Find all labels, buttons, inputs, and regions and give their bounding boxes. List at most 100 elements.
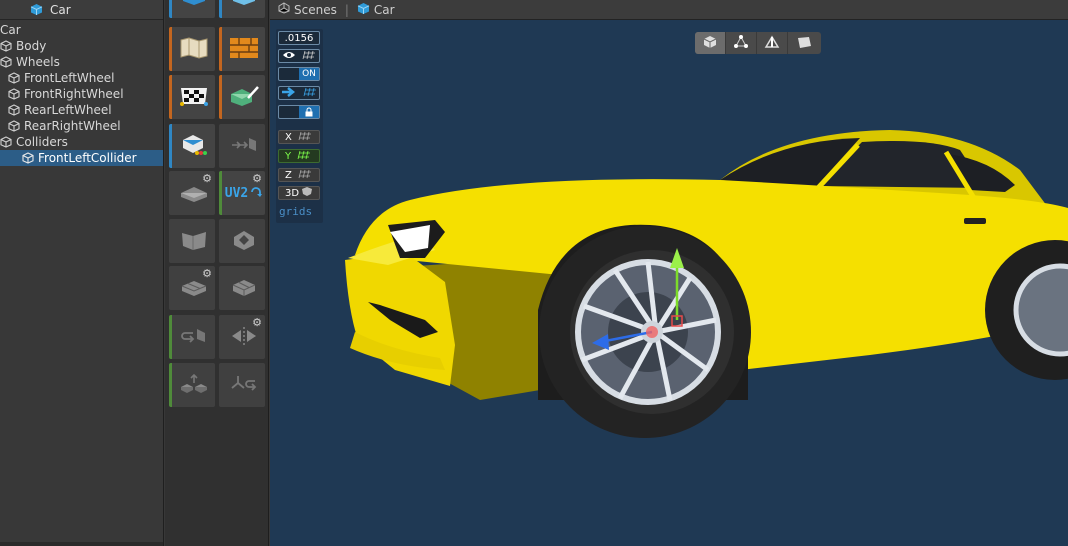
unity-logo-icon <box>278 2 290 17</box>
gameobject-cube-icon <box>0 135 13 149</box>
vertex-color-button[interactable] <box>219 27 265 71</box>
hierarchy-item-rearleftwheel[interactable]: RearLeftWheel <box>0 102 163 118</box>
eye-icon <box>282 50 296 63</box>
new-shape-tool-button[interactable] <box>169 0 215 18</box>
gameobject-cube-icon <box>0 55 13 69</box>
stacked-cube-icon <box>229 276 259 301</box>
edge-mode-button[interactable] <box>757 32 788 54</box>
scene-view[interactable]: Scenes | Car <box>270 0 1068 546</box>
breadcrumb-car-link[interactable]: Car <box>374 3 395 17</box>
conform-normals-button[interactable] <box>169 315 215 359</box>
hierarchy-item-frontrightwheel[interactable]: FrontRightWheel <box>0 86 163 102</box>
freeze-transform-button[interactable] <box>219 363 265 407</box>
gameobject-cube-icon <box>22 151 35 165</box>
grid-visibility-toggle[interactable] <box>278 49 320 63</box>
hierarchy-item-label: FrontLeftWheel <box>24 71 115 85</box>
axis-z-toggle[interactable]: Z <box>278 168 320 182</box>
vertex-colors-tool-button[interactable] <box>169 124 215 168</box>
hierarchy-item-body[interactable]: Body <box>0 38 163 54</box>
subdivide-button[interactable]: ⚙ <box>169 266 215 310</box>
edge-mode-icon <box>764 35 780 52</box>
shield-grid-icon <box>301 186 313 200</box>
gameobject-cube-icon <box>8 119 21 133</box>
prefab-cube-icon <box>357 2 370 18</box>
vertex-mode-icon <box>733 34 749 52</box>
up-arrow-cubes-icon <box>179 373 209 398</box>
cube-mode-icon <box>703 35 717 52</box>
snap-on-toggle[interactable]: ON <box>278 67 320 81</box>
scene-breadcrumb: Scenes | Car <box>270 0 1068 20</box>
grid-snapping-overlay: .0156 ON X Y Z 3D grids <box>276 29 323 223</box>
grid-icon <box>302 50 316 63</box>
bricks-icon <box>229 37 259 62</box>
cube-shape-icon <box>180 0 208 8</box>
gameobject-cube-icon <box>0 39 13 53</box>
uv2-tool-button[interactable]: ⚙ UV2 <box>219 171 265 215</box>
hierarchy-item-frontleftcollider[interactable]: FrontLeftCollider <box>0 150 163 166</box>
push-to-grid-button[interactable] <box>278 86 320 100</box>
hierarchy-item-label: Body <box>16 39 47 53</box>
gameobject-cube-icon <box>8 87 21 101</box>
gear-icon: ⚙ <box>252 172 262 185</box>
axis-z-label: Z <box>285 169 292 181</box>
hierarchy-item-label: RearLeftWheel <box>24 103 112 117</box>
face-mode-icon <box>796 35 812 52</box>
breadcrumb-scenes-link[interactable]: Scenes <box>294 3 337 17</box>
object-mode-button[interactable] <box>695 32 726 54</box>
pivot-return-icon <box>229 373 259 398</box>
paint-brush-icon <box>228 84 260 111</box>
grid-icon <box>298 131 312 144</box>
triangulate-button[interactable] <box>219 266 265 310</box>
material-map-icon <box>179 36 209 63</box>
axis-y-toggle[interactable]: Y <box>278 149 320 163</box>
mirror-tool-button[interactable]: ⚙ <box>219 315 265 359</box>
snap-value-field[interactable]: .0156 <box>278 31 320 45</box>
car-model[interactable] <box>270 20 1068 546</box>
diamond-cube-icon <box>230 229 258 254</box>
hierarchy-item-label: FrontLeftCollider <box>38 151 137 165</box>
return-arrow-face-icon <box>179 325 209 350</box>
gameobject-cube-icon <box>8 103 21 117</box>
merge-objects-button[interactable] <box>219 219 265 263</box>
hierarchy-scrollbar[interactable] <box>0 542 163 546</box>
axis-x-label: X <box>285 131 292 143</box>
gear-icon: ⚙ <box>252 316 262 329</box>
hierarchy-item-car[interactable]: Car <box>0 22 163 38</box>
hierarchy-item-colliders[interactable]: Colliders <box>0 134 163 150</box>
snap-value: .0156 <box>284 32 314 44</box>
vertex-mode-button[interactable] <box>726 32 757 54</box>
hierarchy-item-wheels[interactable]: Wheels <box>0 54 163 70</box>
view-mode-toolbar <box>695 32 821 54</box>
uv-editor-button[interactable] <box>169 75 215 119</box>
hierarchy-item-label: RearRightWheel <box>24 119 121 133</box>
toggle-on-label: ON <box>299 68 319 80</box>
smoothing-groups-button[interactable] <box>219 75 265 119</box>
center-pivot-button[interactable] <box>169 363 215 407</box>
hierarchy-item-label: Car <box>0 23 21 37</box>
axis-x-toggle[interactable]: X <box>278 130 320 144</box>
gear-icon: ⚙ <box>202 267 212 280</box>
hierarchy-item-label: FrontRightWheel <box>24 87 124 101</box>
arrow-right-icon <box>281 86 297 100</box>
vertex-colors-icon <box>179 132 209 161</box>
checker-icon <box>178 84 210 111</box>
mode-3d-label: 3D <box>285 187 300 199</box>
hierarchy-title: Car <box>50 2 71 17</box>
prefab-cube-icon <box>30 3 43 16</box>
hierarchy-header: Car <box>0 0 163 20</box>
gameobject-cube-icon <box>8 71 21 85</box>
new-poly-shape-tool-button[interactable] <box>219 0 265 18</box>
face-mode-button[interactable] <box>788 32 819 54</box>
flip-normals-button[interactable] <box>169 219 215 263</box>
hierarchy-item-rearrightwheel[interactable]: RearRightWheel <box>0 118 163 134</box>
poly-shape-icon <box>230 0 258 8</box>
pivot-tool-button[interactable] <box>219 124 265 168</box>
lock-toggle[interactable] <box>278 105 320 119</box>
hierarchy-item-label: Wheels <box>16 55 60 69</box>
hierarchy-item-frontleftwheel[interactable]: FrontLeftWheel <box>0 70 163 86</box>
hierarchy-item-label: Colliders <box>16 135 68 149</box>
breadcrumb-separator: | <box>344 2 349 17</box>
3d-grid-toggle[interactable]: 3D <box>278 186 320 200</box>
extrude-tool-button[interactable]: ⚙ <box>169 171 215 215</box>
material-editor-button[interactable] <box>169 27 215 71</box>
